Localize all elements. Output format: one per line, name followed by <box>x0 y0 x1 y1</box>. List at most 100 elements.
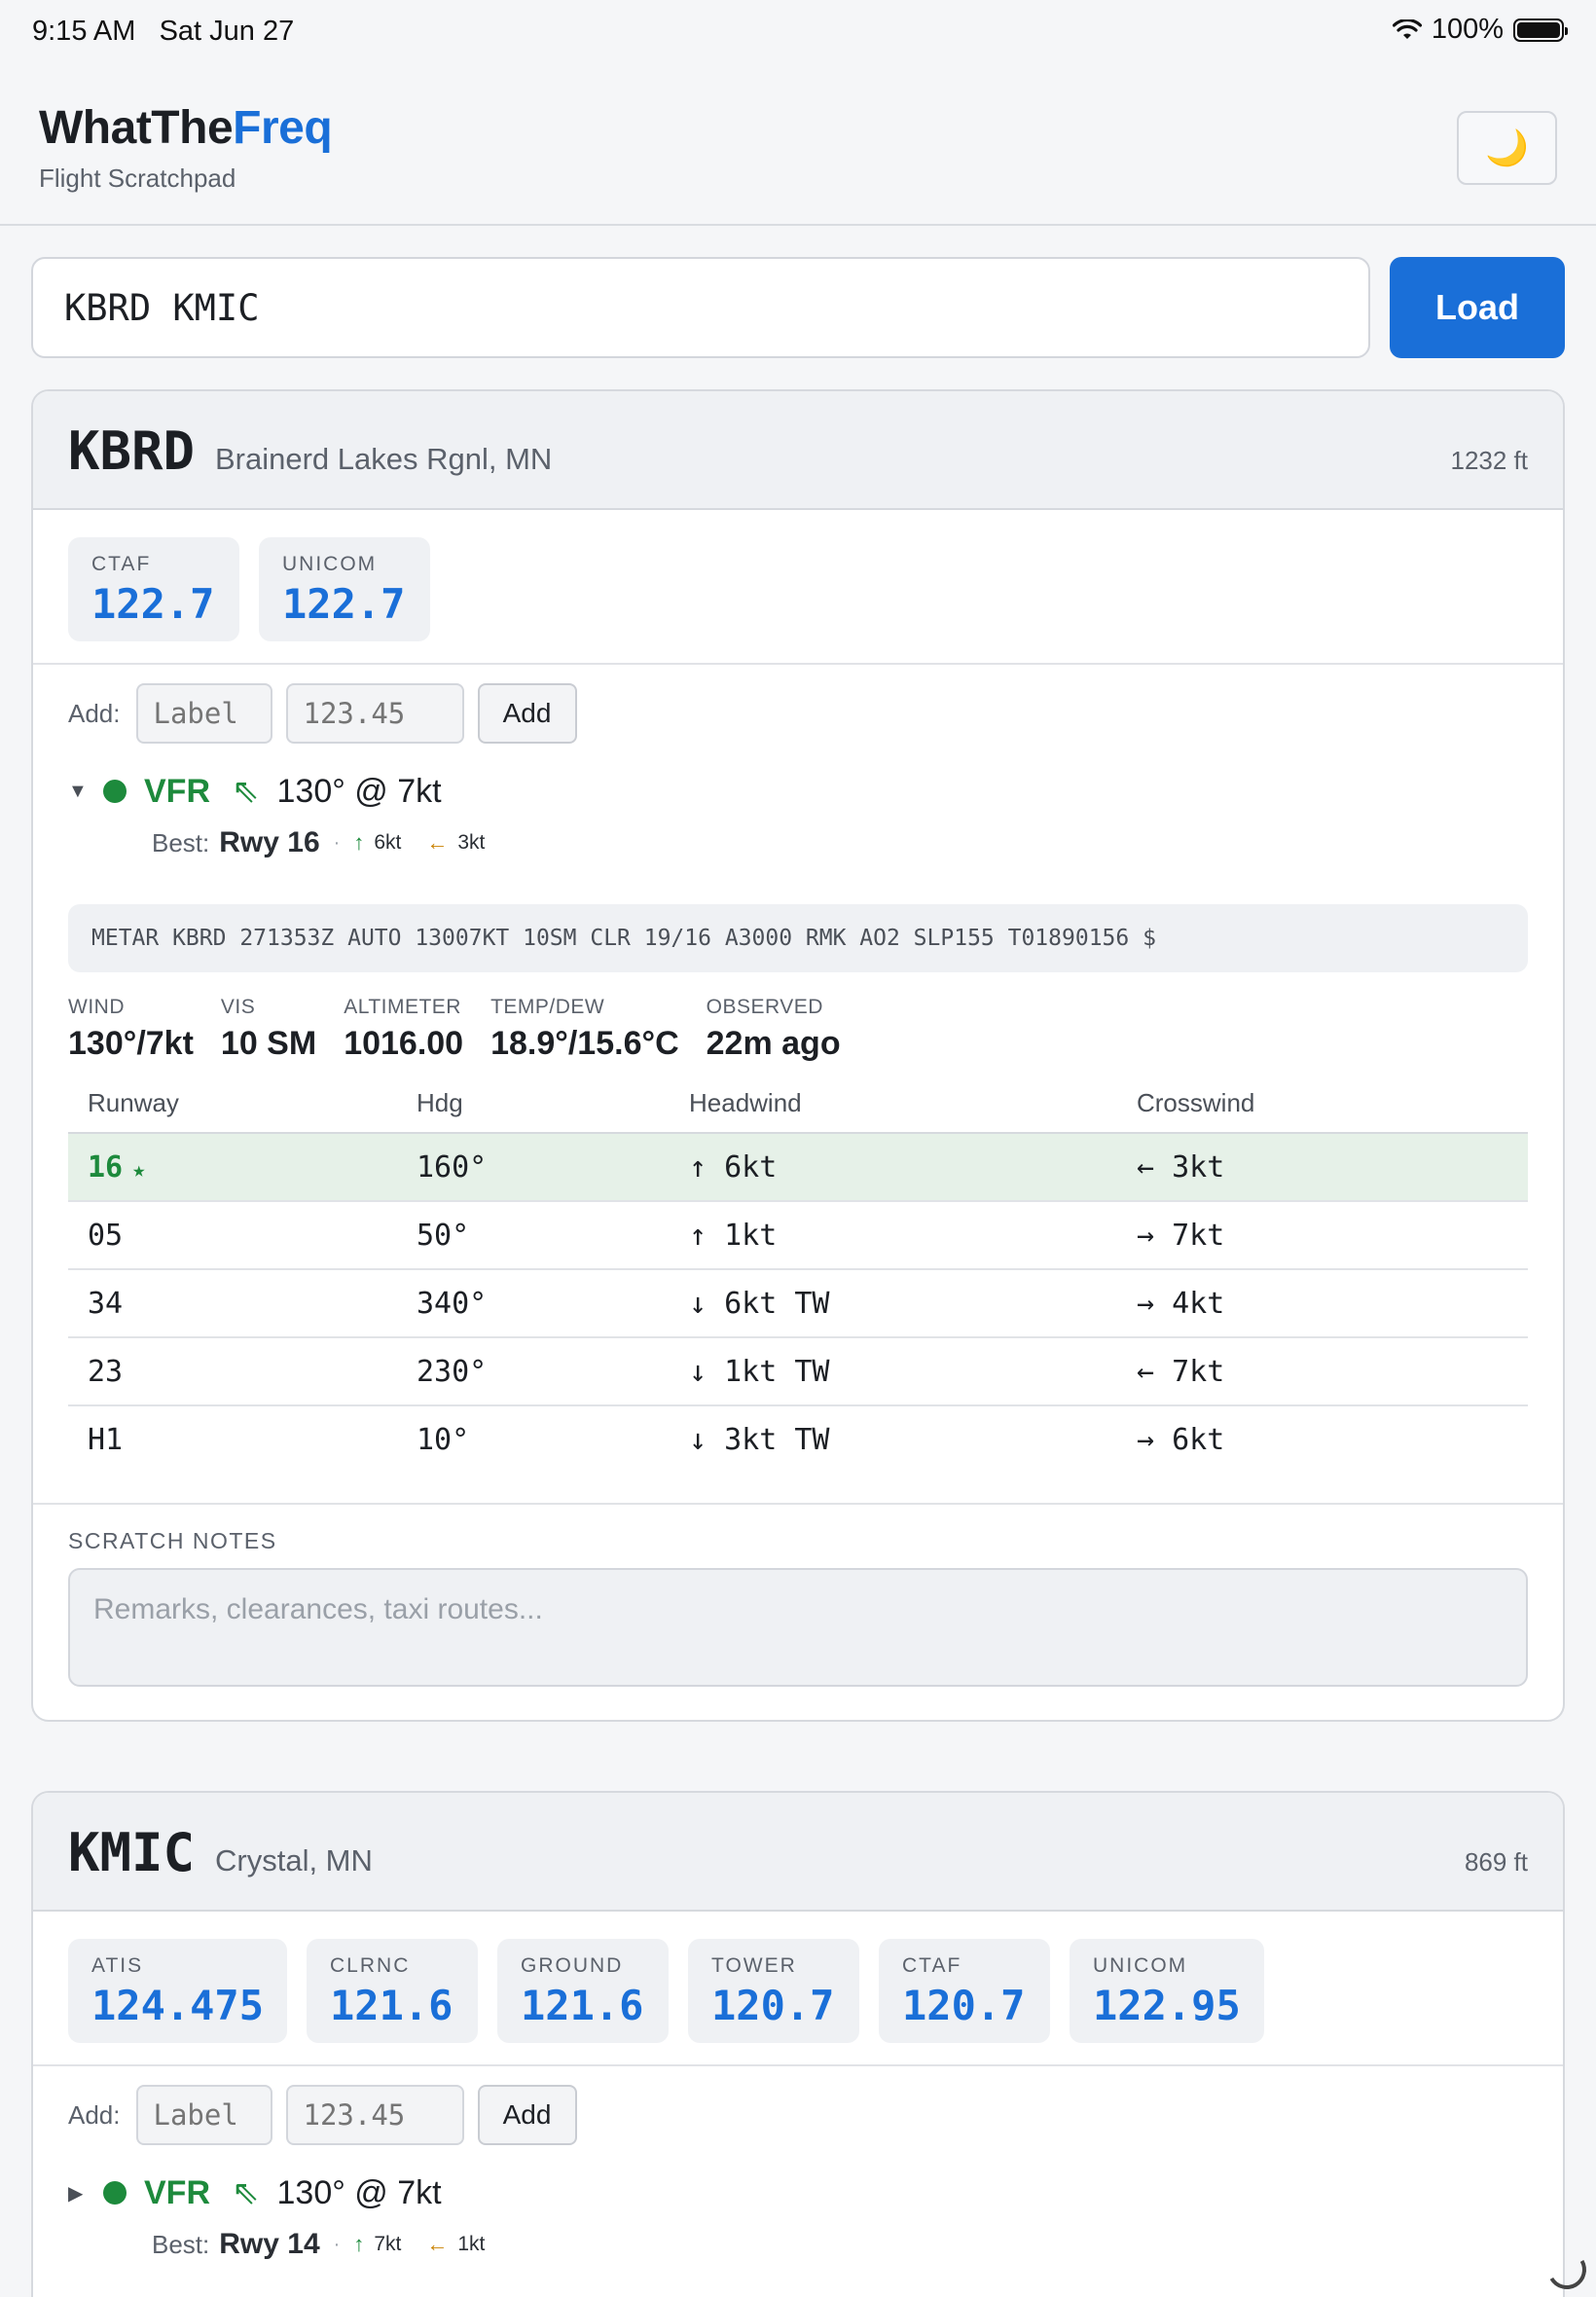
freq-chip[interactable]: UNICOM 122.7 <box>259 537 430 641</box>
runway-id: 16 ★ <box>68 1133 397 1202</box>
best-star-icon: ★ <box>132 1157 146 1183</box>
separator: · <box>333 2233 341 2255</box>
table-header-row: Runway Hdg Headwind Crosswind <box>68 1088 1528 1134</box>
freq-label: GROUND <box>521 1954 624 1977</box>
app-header: WhatTheFreq Flight Scratchpad 🌙 <box>0 62 1596 226</box>
runway-headwind: ↓ 1kt TW <box>670 1337 1117 1406</box>
separator: · <box>333 831 341 854</box>
col-crosswind: Crosswind <box>1117 1088 1528 1134</box>
freq-label-input[interactable] <box>135 683 272 744</box>
best-runway-line: Best: Rwy 14 · ↑ 7kt ← 1kt <box>152 2222 1528 2267</box>
table-row[interactable]: 16 ★ 160° ↑ 6kt ← 3kt <box>68 1133 1528 1202</box>
freq-value: 122.7 <box>282 580 406 628</box>
add-label: Add: <box>68 2099 121 2130</box>
obs-observed: OBSERVED 22m ago <box>707 996 841 1063</box>
obs-value: 18.9°/15.6°C <box>490 1025 679 1062</box>
freq-chip[interactable]: TOWER 120.7 <box>688 1939 860 2043</box>
runway-crosswind: ← 7kt <box>1117 1337 1528 1406</box>
freq-value: 120.7 <box>711 1982 835 2029</box>
freq-label: TOWER <box>711 1954 797 1977</box>
search-row: Load <box>31 257 1565 358</box>
wind-summary: 130° @ 7kt <box>276 772 442 810</box>
freq-chip[interactable]: GROUND 121.6 <box>497 1939 670 2043</box>
freq-value: 121.6 <box>330 1982 453 2029</box>
runway-heading: 160° <box>397 1133 670 1202</box>
load-button[interactable]: Load <box>1390 257 1565 358</box>
runway-heading: 230° <box>397 1337 670 1406</box>
table-row[interactable]: H1 10° ↓ 3kt TW → 6kt <box>68 1405 1528 1474</box>
collapse-icon: ▼ <box>68 780 88 802</box>
obs-value: 22m ago <box>706 1025 841 1062</box>
obs-altimeter: ALTIMETER 1016.00 <box>344 996 463 1063</box>
flight-category-dot <box>103 2181 127 2205</box>
crosswind-arrow-icon: ← <box>426 830 449 855</box>
airport-icao: KMIC <box>68 1822 196 1883</box>
runway-wind-table: Runway Hdg Headwind Crosswind 16 ★ 160° ↑… <box>68 1088 1528 1474</box>
freq-label: UNICOM <box>1093 1954 1188 1977</box>
battery-percent: 100% <box>1431 14 1504 45</box>
airport-name: Crystal, MN <box>215 1843 373 1878</box>
freq-label-input[interactable] <box>135 2085 272 2145</box>
scratch-notes-textarea[interactable]: Remarks, clearances, taxi routes... <box>68 1568 1528 1687</box>
obs-label: VIS <box>220 996 256 1018</box>
best-label: Best: <box>152 827 210 857</box>
wifi-icon <box>1392 18 1422 39</box>
scratch-notes-section: SCRATCH NOTES Remarks, clearances, taxi … <box>33 1503 1563 1720</box>
freq-chip[interactable]: CLRNC 121.6 <box>307 1939 479 2043</box>
battery-icon <box>1513 18 1568 42</box>
wind-direction-icon: ⇖ <box>232 773 260 810</box>
weather-section: ▼ VFR ⇖ 130° @ 7kt Best: Rwy 16 · ↑ 6kt … <box>33 762 1563 1474</box>
freq-value: 121.6 <box>521 1982 644 2029</box>
freq-value: 122.7 <box>91 580 215 628</box>
brand-part1: WhatThe <box>39 102 234 154</box>
observation-grid: WIND 130°/7kt VIS 10 SM ALTIMETER 1016.0… <box>68 996 1528 1063</box>
weather-summary-toggle[interactable]: ▼ VFR ⇖ 130° @ 7kt <box>68 762 1528 820</box>
airport-search-input[interactable] <box>31 257 1370 358</box>
obs-label: WIND <box>68 996 125 1018</box>
add-frequency-button[interactable]: Add <box>477 2085 577 2145</box>
frequency-list: CTAF 122.7 UNICOM 122.7 <box>33 510 1563 665</box>
airport-header: KMIC Crystal, MN 869 ft <box>33 1793 1563 1912</box>
add-frequency-button[interactable]: Add <box>477 683 577 744</box>
obs-visibility: VIS 10 SM <box>221 996 316 1063</box>
crosswind-value: 3kt <box>457 831 486 854</box>
freq-label: ATIS <box>91 1954 144 1977</box>
runway-headwind: ↓ 3kt TW <box>689 1423 830 1457</box>
weather-summary-toggle[interactable]: ▶ VFR ⇖ 130° @ 7kt <box>68 2164 1528 2222</box>
col-headwind: Headwind <box>670 1088 1117 1134</box>
clock: 9:15 AM <box>32 16 136 47</box>
obs-value: 10 SM <box>220 1025 317 1062</box>
runway-heading: 10° <box>417 1423 470 1457</box>
wind-direction-icon: ⇖ <box>232 2174 260 2211</box>
freq-chip[interactable]: CTAF 122.7 <box>68 537 239 641</box>
freq-value-input[interactable] <box>285 2085 464 2145</box>
table-row[interactable]: 23 230° ↓ 1kt TW ← 7kt <box>68 1337 1528 1406</box>
airport-name: Brainerd Lakes Rgnl, MN <box>215 442 553 476</box>
runway-heading: 340° <box>397 1269 670 1338</box>
freq-chip[interactable]: ATIS 124.475 <box>68 1939 288 2043</box>
freq-chip[interactable]: UNICOM 122.95 <box>1070 1939 1264 2043</box>
runway-heading: 50° <box>397 1201 670 1270</box>
app-subtitle: Flight Scratchpad <box>39 164 236 193</box>
flight-category-dot <box>103 780 127 803</box>
obs-label: TEMP/DEW <box>490 996 605 1018</box>
freq-chip[interactable]: CTAF 120.7 <box>879 1939 1051 2043</box>
runway-id: H1 <box>88 1423 124 1457</box>
runway-headwind: ↑ 6kt <box>670 1133 1117 1202</box>
table-row[interactable]: 34 340° ↓ 6kt TW → 4kt <box>68 1269 1528 1338</box>
runway-crosswind: → 7kt <box>1117 1201 1528 1270</box>
flight-category: VFR <box>144 2173 210 2211</box>
best-label: Best: <box>152 2229 210 2259</box>
moon-icon: 🌙 <box>1485 128 1529 167</box>
obs-label: ALTIMETER <box>344 996 461 1018</box>
best-runway: Rwy 16 <box>219 826 320 858</box>
app-title: WhatTheFreq <box>39 101 333 155</box>
best-runway: Rwy 14 <box>219 2228 320 2260</box>
headwind-value: 6kt <box>374 831 402 854</box>
table-row[interactable]: 05 50° ↑ 1kt → 7kt <box>68 1201 1528 1270</box>
runway-id: 05 <box>68 1201 397 1270</box>
add-frequency-row: Add: Add <box>33 665 1563 762</box>
freq-value-input[interactable] <box>285 683 464 744</box>
theme-toggle-button[interactable]: 🌙 <box>1457 111 1557 185</box>
add-frequency-row: Add: Add <box>33 2066 1563 2164</box>
